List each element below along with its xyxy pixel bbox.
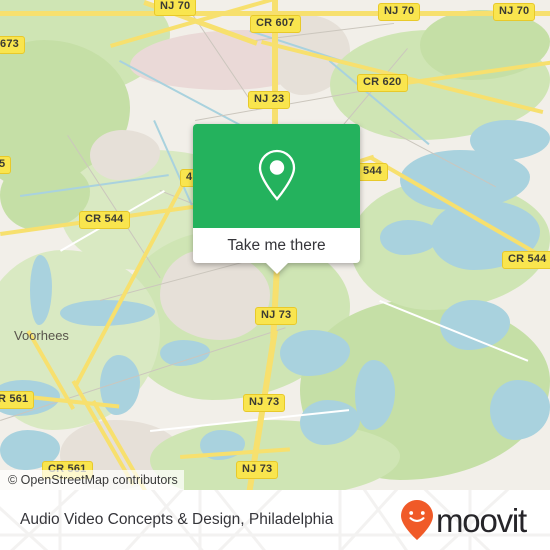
osm-attribution[interactable]: © OpenStreetMap contributors [0,470,184,490]
road-shield: CR 607 [250,15,301,33]
road-shield: NJ 73 [255,307,298,325]
popup-image-area [193,124,360,228]
road-shield: 544 [357,163,388,181]
road-shield: CR 544 [502,251,550,269]
road-shield: 673 [0,36,25,54]
road-shield: NJ 23 [248,91,291,109]
road-shield: NJ 73 [243,394,286,412]
popup-tail [265,263,288,274]
road-shield: 5 [0,156,12,174]
road-shield: NJ 70 [154,0,197,16]
screenshot-root: Voorhees NJ 70 NJ 70 NJ 70 CR 607 CR 620 NJ 2… [0,0,550,550]
footer-bar: Audio Video Concepts & Design, Philadelp… [0,490,550,550]
road-shield: CR 620 [357,74,408,92]
road-shield: NJ 70 [378,3,421,21]
road-shield: NJ 70 [493,3,536,21]
location-popup-card[interactable]: Take me there [193,124,360,274]
popup-action-bar[interactable]: Take me there [193,228,360,274]
footer-content: Audio Video Concepts & Design, Philadelp… [0,490,550,550]
road-shield: NJ 73 [236,461,279,479]
moovit-wordmark: moovit [436,501,527,539]
take-me-there-label: Take me there [227,236,326,254]
moovit-smiling-pin-icon [401,500,433,540]
road-shield: CR 544 [79,211,130,229]
road-shield: R 561 [0,391,35,409]
map-pin-icon [258,149,295,201]
location-title: Audio Video Concepts & Design, Philadelp… [20,511,334,528]
moovit-logo[interactable]: moovit [400,499,527,541]
